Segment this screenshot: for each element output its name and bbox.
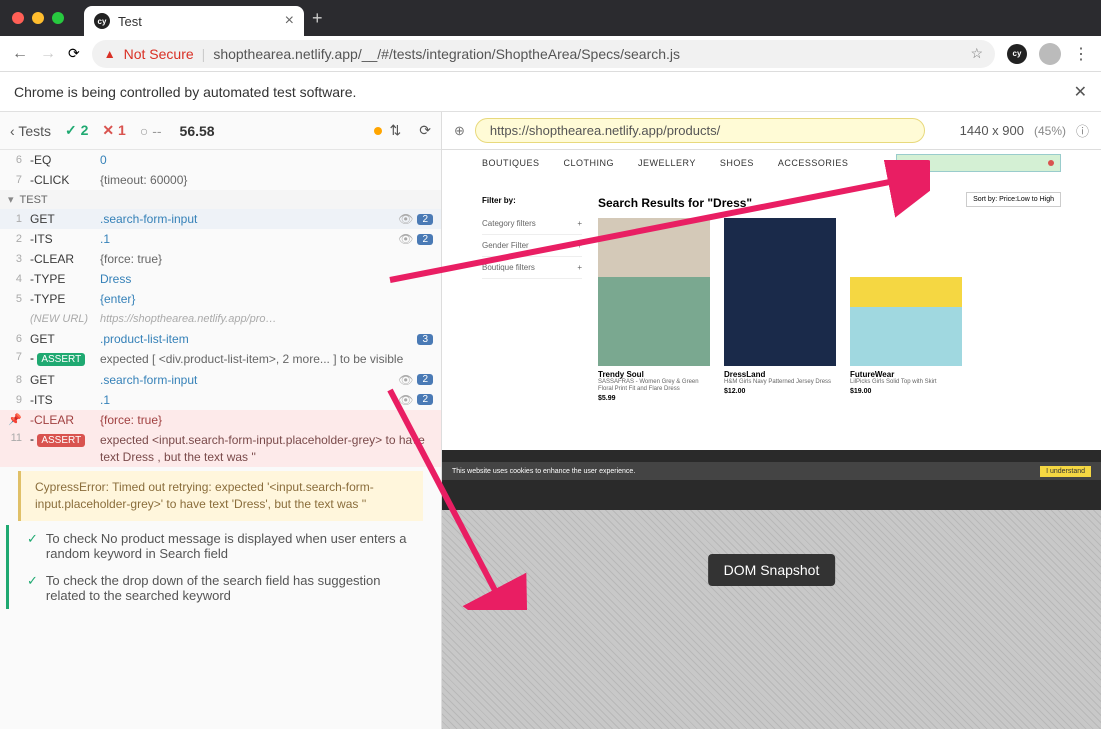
command-row[interactable]: 7- ASSERTexpected [ <div.product-list-it… bbox=[0, 349, 441, 370]
command-row-failed[interactable]: 📌-CLEAR{force: true} bbox=[0, 410, 441, 430]
back-button[interactable]: ← bbox=[12, 45, 28, 63]
sort-dropdown[interactable]: Sort by: Price:Low to High bbox=[966, 192, 1061, 207]
not-secure-label: Not Secure bbox=[124, 46, 194, 62]
command-row[interactable]: 2-ITS.1👁2 bbox=[0, 229, 441, 249]
browser-menu-icon[interactable]: ⋮ bbox=[1073, 44, 1089, 64]
pending-count: ○ -- bbox=[140, 123, 162, 139]
nav-link[interactable]: ACCESSORIES bbox=[778, 158, 849, 168]
command-row[interactable]: 3-CLEAR{force: true} bbox=[0, 249, 441, 269]
warning-icon: ▲ bbox=[104, 47, 116, 61]
new-tab-button[interactable]: + bbox=[312, 8, 323, 29]
dismiss-infobar-icon[interactable]: ✕ bbox=[1074, 82, 1087, 102]
command-row[interactable]: 6-EQ0 bbox=[0, 150, 441, 170]
duration: 56.58 bbox=[180, 123, 215, 139]
product-image bbox=[724, 218, 836, 366]
forward-button[interactable]: → bbox=[40, 45, 56, 63]
snapshot-area: DOM Snapshot bbox=[442, 510, 1101, 729]
browser-tab[interactable]: cy Test × bbox=[84, 6, 304, 36]
status-indicator bbox=[374, 127, 382, 135]
product-card[interactable]: FutureWearLilPicks Girls Solid Top with … bbox=[850, 218, 962, 402]
rerun-button[interactable]: ⟳ bbox=[419, 122, 431, 139]
product-card[interactable]: DressLandH&M Girls Navy Patterned Jersey… bbox=[724, 218, 836, 402]
cypress-icon: cy bbox=[94, 13, 110, 29]
address-bar[interactable]: ▲ Not Secure | shopthearea.netlify.app/_… bbox=[92, 40, 995, 68]
dom-snapshot-badge: DOM Snapshot bbox=[708, 554, 836, 586]
command-row[interactable]: 1GET.search-form-input👁2 bbox=[0, 209, 441, 229]
command-log: 6-EQ0 7-CLICK{timeout: 60000} ▾TEST 1GET… bbox=[0, 150, 441, 729]
check-icon: ✓ bbox=[27, 573, 38, 603]
info-icon[interactable]: ⓘ bbox=[1076, 121, 1089, 140]
command-row[interactable]: 8GET.search-form-input👁2 bbox=[0, 370, 441, 390]
back-to-tests-button[interactable]: ‹ Tests bbox=[10, 123, 51, 139]
reload-button[interactable]: ⟳ bbox=[68, 45, 80, 62]
bookmark-icon[interactable]: ☆ bbox=[970, 45, 983, 62]
url-text: shopthearea.netlify.app/__/#/tests/integ… bbox=[213, 46, 680, 62]
app-preview: BOUTIQUES CLOTHING JEWELLERY SHOES ACCES… bbox=[442, 150, 1101, 510]
minimize-window-icon[interactable] bbox=[32, 12, 44, 24]
test-header[interactable]: ▾TEST bbox=[0, 190, 441, 209]
nav-link[interactable]: BOUTIQUES bbox=[482, 158, 540, 168]
cookie-message: This website uses cookies to enhance the… bbox=[452, 468, 635, 475]
command-row[interactable]: 4-TYPEDress bbox=[0, 269, 441, 289]
automation-message: Chrome is being controlled by automated … bbox=[14, 84, 356, 100]
filter-title: Filter by: bbox=[482, 196, 582, 205]
eye-icon: 👁 bbox=[398, 212, 413, 226]
search-input[interactable]: Search bbox=[896, 154, 1061, 172]
command-row[interactable]: 5-TYPE{enter} bbox=[0, 289, 441, 309]
passed-test[interactable]: ✓To check No product message is displaye… bbox=[6, 525, 441, 567]
viewport-size: 1440 x 900 bbox=[960, 123, 1024, 138]
pin-icon: 📌 bbox=[8, 414, 22, 426]
close-tab-icon[interactable]: × bbox=[285, 12, 294, 30]
close-window-icon[interactable] bbox=[12, 12, 24, 24]
tab-title: Test bbox=[118, 14, 142, 29]
clear-icon bbox=[1048, 160, 1054, 166]
command-row[interactable]: 6GET.product-list-item3 bbox=[0, 329, 441, 349]
nav-link[interactable]: JEWELLERY bbox=[638, 158, 696, 168]
check-icon: ✓ bbox=[27, 531, 38, 561]
cookie-accept-button[interactable]: I understand bbox=[1040, 466, 1091, 477]
command-row[interactable]: (NEW URL)https://shopthearea.netlify.app… bbox=[0, 309, 441, 329]
nav-link[interactable]: SHOES bbox=[720, 158, 754, 168]
failed-count: ✕ 1 bbox=[102, 122, 125, 139]
command-row[interactable]: 9-ITS.1👁2 bbox=[0, 390, 441, 410]
product-image bbox=[598, 218, 710, 366]
preview-url[interactable]: https://shopthearea.netlify.app/products… bbox=[475, 118, 925, 143]
cypress-extension-icon[interactable]: cy bbox=[1007, 44, 1027, 64]
maximize-window-icon[interactable] bbox=[52, 12, 64, 24]
expand-icon[interactable]: ⇅ bbox=[390, 122, 402, 139]
nav-link[interactable]: CLOTHING bbox=[564, 158, 615, 168]
passed-count: ✓ 2 bbox=[65, 122, 88, 139]
product-card[interactable]: Trendy SoulSASSAFRAS - Women Grey & Gree… bbox=[598, 218, 710, 402]
selector-playground-icon[interactable]: ⊕ bbox=[454, 123, 465, 139]
product-image bbox=[850, 218, 962, 366]
passed-test[interactable]: ✓To check the drop down of the search fi… bbox=[6, 567, 441, 609]
error-message: CypressError: Timed out retrying: expect… bbox=[18, 471, 423, 521]
command-row[interactable]: 7-CLICK{timeout: 60000} bbox=[0, 170, 441, 190]
filter-row[interactable]: Gender Filter+ bbox=[482, 235, 582, 257]
filter-row[interactable]: Boutique filters+ bbox=[482, 257, 582, 279]
filters-panel: Filter by: Category filters+ Gender Filt… bbox=[482, 196, 582, 402]
filter-row[interactable]: Category filters+ bbox=[482, 213, 582, 235]
profile-avatar[interactable] bbox=[1039, 43, 1061, 65]
window-controls[interactable] bbox=[12, 12, 64, 24]
command-row-failed[interactable]: 11- ASSERTexpected <input.search-form-in… bbox=[0, 430, 441, 468]
viewport-scale: (45%) bbox=[1034, 124, 1066, 138]
